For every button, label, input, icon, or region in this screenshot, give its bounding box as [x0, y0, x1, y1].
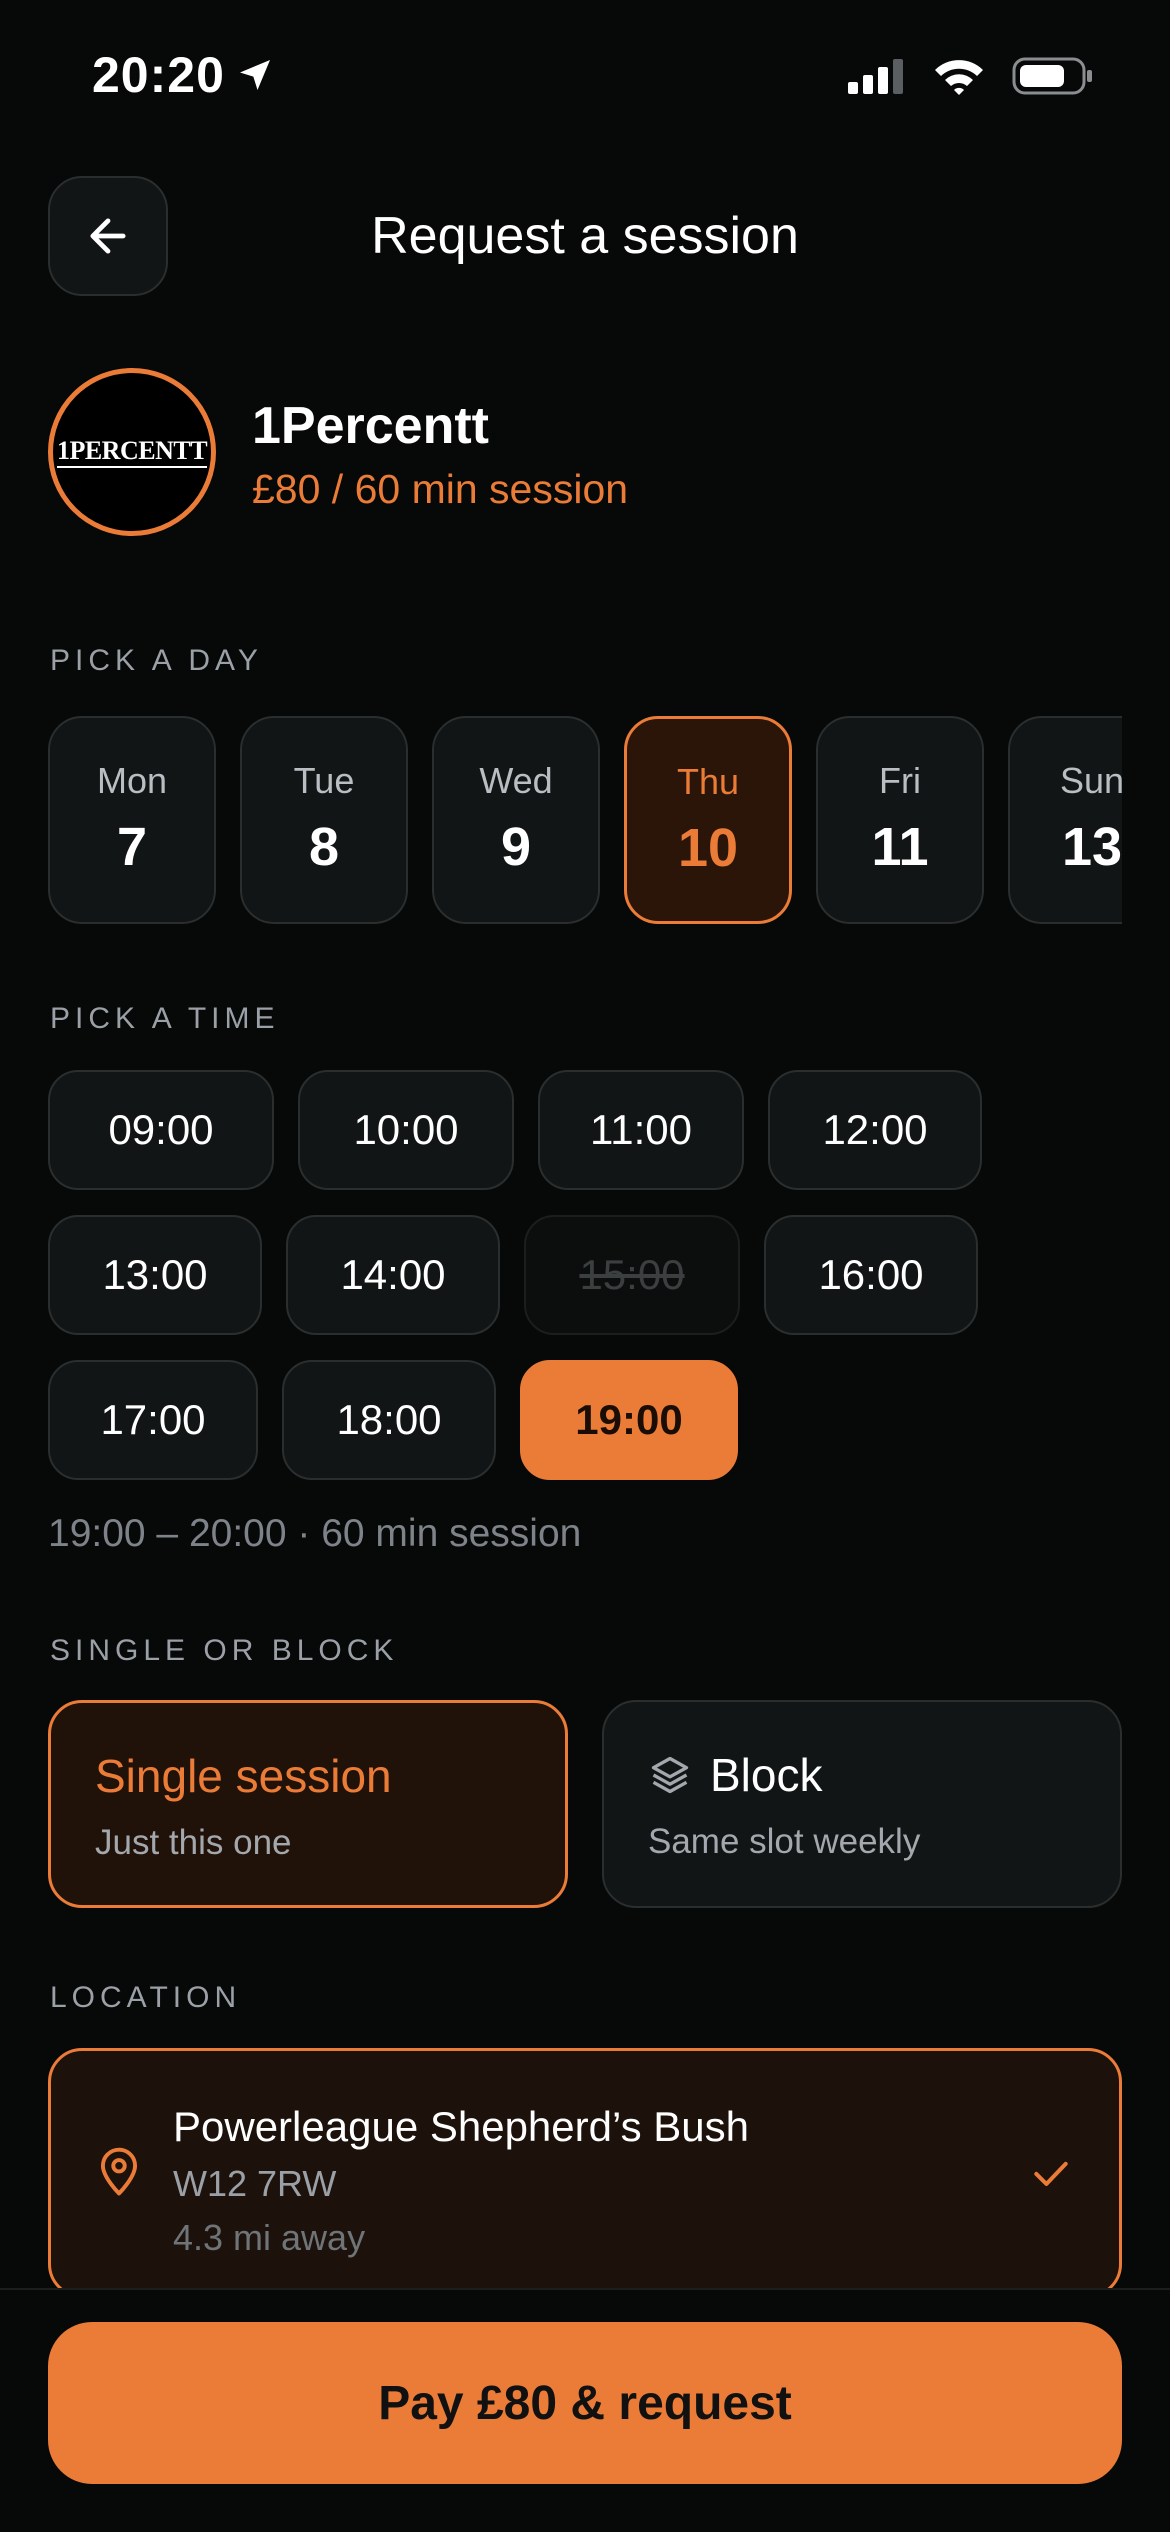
day-option[interactable]: Sun 13 [1008, 716, 1122, 924]
coach-name: 1Percentt [252, 397, 489, 455]
day-name: Sun [1059, 760, 1122, 801]
location-name: Powerleague Shepherd’s Bush [173, 2103, 749, 2150]
time-slot[interactable]: 11:00 [538, 1070, 744, 1190]
day-number: 9 [500, 817, 532, 877]
time-slot[interactable]: 16:00 [764, 1215, 978, 1335]
pick-a-day-label: PICK A DAY [50, 644, 263, 677]
day-picker: Mon 7 Tue 8 Wed 9 Thu 10 Fri 11 Sun 13 [48, 716, 1122, 928]
page-title: Request a session [371, 207, 799, 265]
time-slot[interactable]: 18:00 [282, 1360, 496, 1480]
day-name: Thu [676, 761, 740, 802]
time-slot[interactable]: 13:00 [48, 1215, 262, 1335]
location-postcode: W12 7RW [173, 2163, 337, 2204]
status-time-text: 20:20 [92, 47, 225, 103]
block-title-row: Block [648, 1748, 1120, 1802]
location-arrow-icon [239, 60, 270, 90]
day-option[interactable]: Fri 11 [816, 716, 984, 924]
day-number: 11 [871, 817, 929, 877]
day-name: Mon [96, 760, 168, 801]
status-icons [848, 56, 1094, 96]
block-option[interactable]: Block Same slot weekly [602, 1700, 1122, 1908]
time-slot-unavailable: 15:00 [524, 1215, 740, 1335]
time-slot[interactable]: 12:00 [768, 1070, 982, 1190]
battery-icon [1012, 57, 1092, 95]
single-session-title: Single session [95, 1750, 392, 1802]
time-slot-selected[interactable]: 19:00 [520, 1360, 738, 1480]
pick-a-time-label: PICK A TIME [50, 1002, 280, 1035]
day-number: 13 [1061, 817, 1122, 877]
status-bar: 20:20 [0, 0, 1170, 150]
cellular-signal-icon [848, 59, 903, 94]
layers-icon [651, 1756, 689, 1794]
checkmark-icon [1034, 2161, 1068, 2187]
footer: Pay £80 & request [0, 2288, 1170, 2532]
map-pin-icon [100, 2147, 138, 2196]
day-number: 10 [677, 818, 739, 878]
day-name: Fri [879, 760, 921, 801]
location-card[interactable]: Powerleague Shepherd’s Bush W12 7RW 4.3 … [48, 2048, 1122, 2298]
time-slot[interactable]: 10:00 [298, 1070, 514, 1190]
day-name: Tue [293, 760, 355, 801]
single-session-subtitle: Just this one [95, 1823, 292, 1862]
day-option[interactable]: Mon 7 [48, 716, 216, 924]
coach-avatar: 1PERCENTT [48, 368, 216, 536]
day-number: 7 [116, 817, 148, 877]
pay-request-button[interactable]: Pay £80 & request [48, 2322, 1122, 2484]
time-slot[interactable]: 17:00 [48, 1360, 258, 1480]
time-summary: 19:00 – 20:00 · 60 min session [48, 1512, 582, 1555]
block-subtitle: Same slot weekly [648, 1822, 921, 1861]
wifi-icon [935, 60, 983, 95]
single-or-block-label: SINGLE OR BLOCK [50, 1634, 399, 1667]
day-option[interactable]: Tue 8 [240, 716, 408, 924]
day-option[interactable]: Wed 9 [432, 716, 600, 924]
day-number: 8 [308, 817, 340, 877]
single-session-option[interactable]: Single session Just this one [48, 1700, 568, 1908]
location-distance: 4.3 mi away [173, 2217, 366, 2258]
day-name: Wed [479, 760, 553, 801]
status-time: 20:20 [92, 46, 275, 104]
block-title: Block [710, 1749, 823, 1801]
coach-logo-text: 1PERCENTT [56, 436, 208, 468]
time-slot[interactable]: 14:00 [286, 1215, 500, 1335]
time-slot[interactable]: 09:00 [48, 1070, 274, 1190]
location-label: LOCATION [50, 1981, 242, 2014]
coach-price: £80 / 60 min session [252, 466, 629, 512]
day-option-selected[interactable]: Thu 10 [624, 716, 792, 924]
